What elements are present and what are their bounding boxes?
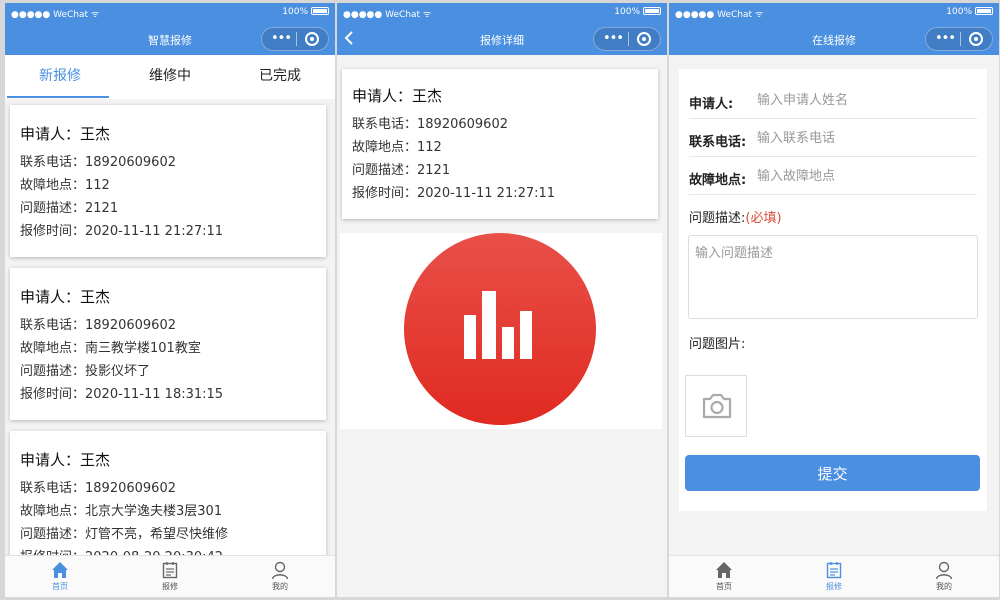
image-label: 问题图片:: [689, 337, 746, 352]
tabbar-home[interactable]: 首页: [5, 560, 115, 593]
detail-card: 申请人：王杰 联系电话：18920609602 故障地点：112 问题描述：21…: [342, 69, 658, 219]
required-mark: (必填): [745, 211, 782, 226]
problem-description: 问题描述：2121: [352, 163, 451, 178]
status-tabs: 新报修 维修中 已完成: [5, 55, 335, 99]
more-icon[interactable]: •••: [935, 31, 956, 46]
applicant-name: 申请人：王杰: [352, 87, 443, 105]
screen-repair-list: ●●●●● WeChat ᯤ 100% 智慧报修 ••• 新报修 维修中 已完成…: [5, 3, 335, 597]
tabbar-repair[interactable]: 报修: [115, 560, 225, 593]
report-time: 报修时间：2020-11-11 21:27:11: [352, 186, 556, 201]
nav-header: ●●●●● WeChat ᯤ 100% 在线报修 •••: [669, 3, 999, 55]
problem-description: 问题描述：灯管不亮，希望尽快维修: [20, 527, 229, 542]
tab-completed[interactable]: 已完成: [225, 55, 335, 99]
applicant-input[interactable]: [757, 87, 977, 113]
battery-percent: 100%: [282, 7, 308, 17]
applicant-row: 申请人:: [689, 81, 977, 119]
location-label: 故障地点:: [689, 173, 747, 188]
screen-online-repair: ●●●●● WeChat ᯤ 100% 在线报修 ••• 申请人: 联系电话: …: [669, 3, 999, 597]
screen-repair-detail: ●●●●● WeChat ᯤ 100% 报修详细 ••• 申请人：王杰 联系电话…: [337, 3, 667, 597]
submit-button[interactable]: 提交: [685, 455, 980, 491]
wifi-icon: ᯤ: [754, 10, 764, 20]
applicant-name: 申请人：王杰: [20, 451, 111, 469]
status-bar: ●●●●● WeChat ᯤ 100%: [675, 7, 993, 21]
phone-row: 联系电话:: [689, 119, 977, 157]
tabbar-home-label: 首页: [51, 582, 68, 591]
more-icon[interactable]: •••: [603, 31, 624, 46]
image-upload-button[interactable]: [685, 375, 747, 437]
list-item[interactable]: 申请人：王杰 联系电话：18920609602 故障地点：112 问题描述：21…: [10, 105, 326, 257]
home-icon: [51, 562, 68, 578]
close-icon[interactable]: [637, 32, 651, 46]
description-textarea[interactable]: [688, 235, 978, 319]
applicant-label: 申请人:: [689, 97, 734, 112]
clipboard-icon: [826, 562, 842, 579]
tabbar-mine-label: 我的: [935, 582, 952, 591]
mini-program-capsule: •••: [593, 27, 661, 51]
contact-phone: 联系电话：18920609602: [20, 481, 176, 496]
tabbar-mine[interactable]: 我的: [225, 560, 335, 593]
battery-icon: [311, 7, 329, 15]
tabbar-home-label: 首页: [715, 582, 732, 591]
close-icon[interactable]: [969, 32, 983, 46]
contact-phone: 联系电话：18920609602: [352, 117, 508, 132]
status-bar: ●●●●● WeChat ᯤ 100%: [11, 7, 329, 21]
applicant-name: 申请人：王杰: [20, 288, 111, 306]
description-label: 问题描述:(必填): [689, 211, 782, 226]
user-icon: [935, 561, 953, 580]
battery-icon: [643, 7, 661, 15]
carrier-label: ●●●●● WeChat: [11, 10, 89, 20]
active-tab-indicator: [7, 96, 109, 98]
user-icon: [271, 561, 289, 580]
fault-location: 故障地点：北京大学逸夫楼3层301: [20, 504, 223, 519]
location-row: 故障地点:: [689, 157, 977, 195]
tabbar-mine[interactable]: 我的: [889, 560, 999, 593]
bottom-tabbar: 首页 报修 我的: [669, 555, 999, 597]
fault-location: 故障地点：南三教学楼101教室: [20, 341, 201, 356]
wifi-icon: ᯤ: [90, 10, 100, 20]
mini-program-capsule: •••: [925, 27, 993, 51]
nav-header: ●●●●● WeChat ᯤ 100% 报修详细 •••: [337, 3, 667, 55]
battery-icon: [975, 7, 993, 15]
tab-in-progress[interactable]: 维修中: [115, 55, 225, 99]
nav-header: ●●●●● WeChat ᯤ 100% 智慧报修 •••: [5, 3, 335, 55]
tabbar-repair-label: 报修: [161, 582, 178, 591]
wifi-icon: ᯤ: [422, 10, 432, 20]
fault-location: 故障地点：112: [352, 140, 442, 155]
contact-phone: 联系电话：18920609602: [20, 318, 176, 333]
battery-percent: 100%: [614, 7, 640, 17]
carrier-label: ●●●●● WeChat: [343, 10, 421, 20]
applicant-name: 申请人：王杰: [20, 125, 111, 143]
more-icon[interactable]: •••: [271, 31, 292, 46]
clipboard-icon: [162, 562, 178, 579]
bar-chart-logo-icon: [404, 233, 596, 425]
home-icon: [715, 562, 732, 578]
list-item[interactable]: 申请人：王杰 联系电话：18920609602 故障地点：南三教学楼101教室 …: [10, 268, 326, 420]
repair-form: 申请人: 联系电话: 故障地点: 问题描述:(必填) 问题图片: 提交: [679, 69, 987, 511]
location-input[interactable]: [757, 163, 977, 189]
tabbar-repair[interactable]: 报修: [779, 560, 889, 593]
problem-description: 问题描述：2121: [20, 201, 119, 216]
report-time: 报修时间：2020-11-11 18:31:15: [20, 387, 224, 402]
tabbar-repair-label: 报修: [825, 582, 842, 591]
battery-percent: 100%: [946, 7, 972, 17]
phone-input[interactable]: [757, 125, 977, 151]
fault-location: 故障地点：112: [20, 178, 110, 193]
tabbar-home[interactable]: 首页: [669, 560, 779, 593]
tabbar-mine-label: 我的: [271, 582, 288, 591]
tab-new[interactable]: 新报修: [5, 55, 115, 99]
status-bar: ●●●●● WeChat ᯤ 100%: [343, 7, 661, 21]
image-area: [340, 233, 662, 429]
camera-icon: [702, 393, 732, 419]
contact-phone: 联系电话：18920609602: [20, 155, 176, 170]
bottom-tabbar: 首页 报修 我的: [5, 555, 335, 597]
carrier-label: ●●●●● WeChat: [675, 10, 753, 20]
mini-program-capsule: •••: [261, 27, 329, 51]
phone-label: 联系电话:: [689, 135, 747, 150]
problem-description: 问题描述：投影仪坏了: [20, 364, 151, 379]
close-icon[interactable]: [305, 32, 319, 46]
report-time: 报修时间：2020-11-11 21:27:11: [20, 224, 224, 239]
